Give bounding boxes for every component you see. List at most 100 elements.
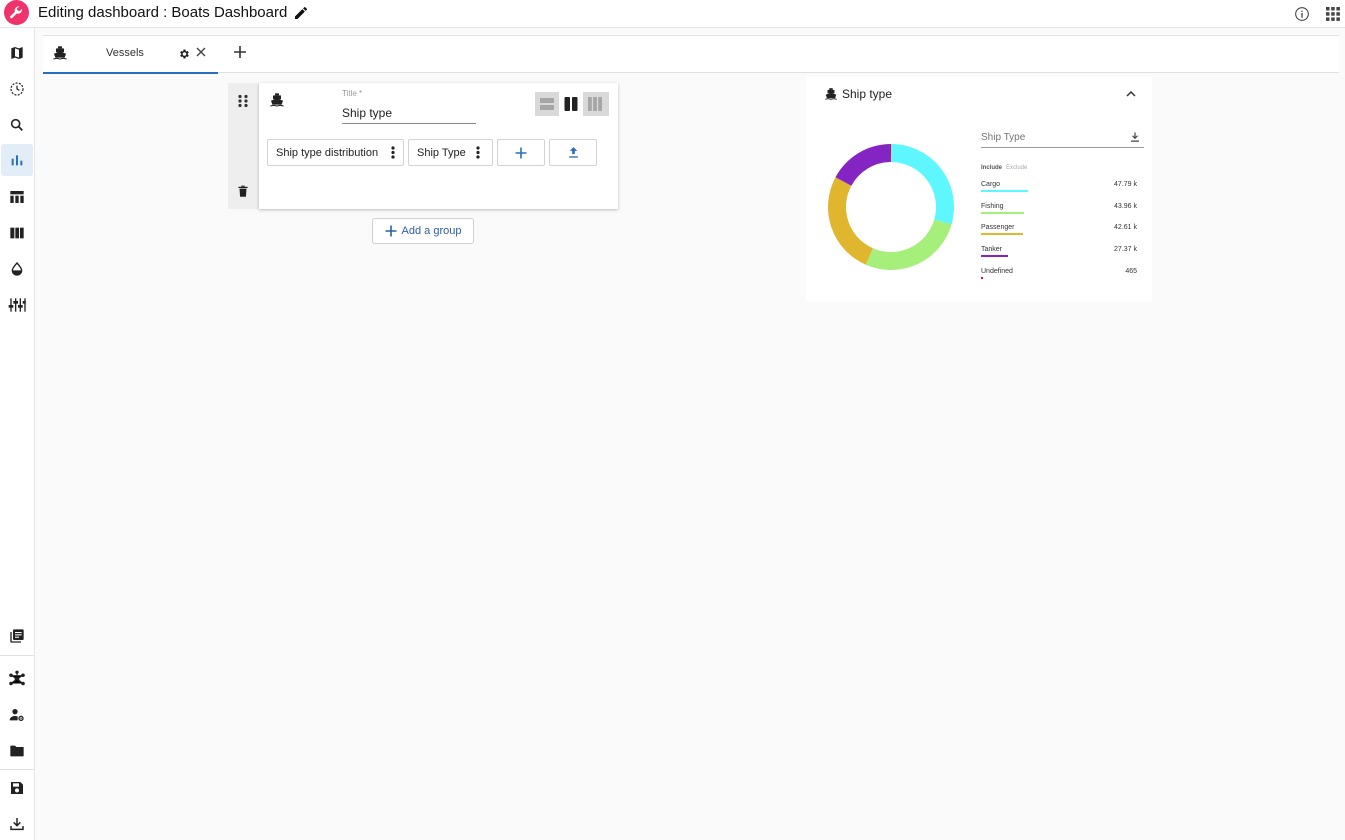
sidebar-item-water[interactable] <box>5 257 29 281</box>
widget-chip[interactable]: Ship type distribution <box>267 139 404 166</box>
save-icon <box>11 782 23 794</box>
widget-chip[interactable]: Ship Type <box>408 139 493 166</box>
upload-widget-button[interactable] <box>549 139 597 166</box>
map-icon <box>11 47 23 59</box>
drag-indicator-icon <box>238 94 248 108</box>
plus-icon <box>234 46 246 58</box>
layout-three-columns-button[interactable] <box>583 92 607 116</box>
sidebar-item-charts[interactable] <box>1 144 33 176</box>
sidebar-item-user-settings[interactable] <box>5 703 29 727</box>
view-two-columns-icon <box>564 97 578 111</box>
layout-two-columns-button[interactable] <box>559 92 583 116</box>
tab-settings-button[interactable] <box>178 47 190 65</box>
app-header: Editing dashboard : Boats Dashboard <box>0 0 1345 28</box>
legend-item[interactable]: Tanker 27.37 k <box>981 246 1137 266</box>
sidebar-item-filters[interactable] <box>5 293 29 317</box>
info-button[interactable] <box>1294 6 1310 27</box>
edit-title-button[interactable] <box>293 5 309 26</box>
legend-item-name: Undefined <box>981 267 1013 275</box>
sidebar-item-download[interactable] <box>5 812 29 836</box>
upload-icon <box>568 147 578 158</box>
delete-group-button[interactable] <box>236 184 250 204</box>
sidebar-item-search[interactable] <box>5 113 29 137</box>
legend-item[interactable]: Cargo 47.79 k <box>981 181 1137 201</box>
history-icon <box>10 82 24 96</box>
filter-input[interactable] <box>981 129 1121 145</box>
apps-grid-icon <box>1326 7 1340 21</box>
library-books-icon <box>10 629 24 643</box>
info-icon <box>1295 7 1309 21</box>
title-field-label: Title * <box>342 89 363 98</box>
tab-bar: Vessels <box>43 36 1339 74</box>
group-editor-card: Title * Ship type distribution Ship Type <box>259 83 618 209</box>
legend-item-value: 42.61 k <box>1114 224 1137 232</box>
apps-button[interactable] <box>1326 7 1340 26</box>
sidebar-divider <box>0 769 34 770</box>
layout-toggle-group <box>535 92 609 116</box>
collapse-button[interactable] <box>1125 87 1137 105</box>
more-vert-icon[interactable] <box>391 146 395 159</box>
water-drop-icon <box>11 261 23 276</box>
tab-vessels[interactable]: Vessels <box>43 36 218 74</box>
exclude-toggle[interactable]: Exclude <box>1006 165 1027 171</box>
ship-icon <box>52 45 68 66</box>
plus-icon <box>385 225 397 237</box>
legend-item[interactable]: Passenger 42.61 k <box>981 224 1137 244</box>
widget-chip-label: Ship Type <box>417 146 466 159</box>
page-title: Editing dashboard : Boats Dashboard <box>38 4 288 21</box>
widget-title: Ship type <box>842 87 893 101</box>
add-group-button[interactable]: Add a group <box>372 218 474 244</box>
hub-icon <box>9 670 25 686</box>
donut-slice-tanker[interactable] <box>835 144 891 186</box>
tab-close-button[interactable] <box>196 46 206 60</box>
add-tab-button[interactable] <box>233 45 247 64</box>
more-vert-icon[interactable] <box>476 146 480 159</box>
drag-handle[interactable] <box>236 94 250 113</box>
include-toggle[interactable]: Include <box>981 165 1002 171</box>
widget-preview-card: Ship type Include Exclude Cargo 47.79 k Fi… <box>806 77 1152 301</box>
legend-item-bar <box>981 276 983 279</box>
view-column-icon <box>10 227 24 239</box>
sidebar-divider <box>0 655 34 656</box>
legend-item[interactable]: Fishing 43.96 k <box>981 203 1137 223</box>
sidebar-item-map[interactable] <box>5 41 29 65</box>
legend-item-name: Fishing <box>981 202 1004 210</box>
download-data-button[interactable] <box>1129 130 1141 148</box>
user-settings-icon <box>9 709 24 721</box>
filter-field <box>981 129 1144 148</box>
tab-label: Vessels <box>106 47 144 59</box>
chevron-up-icon <box>1126 90 1136 97</box>
widget-chip-label: Ship type distribution <box>276 146 379 159</box>
donut-slice-cargo[interactable] <box>891 144 954 225</box>
sidebar-item-history[interactable] <box>5 77 29 101</box>
donut-slice-passenger[interactable] <box>828 177 873 265</box>
ship-icon <box>824 87 838 106</box>
legend-item-bar <box>981 233 1023 236</box>
sidebar-item-library[interactable] <box>5 624 29 648</box>
view-three-columns-icon <box>588 97 602 111</box>
add-widget-button[interactable] <box>497 139 545 166</box>
sidebar-item-graph[interactable] <box>5 667 29 691</box>
legend-item-value: 43.96 k <box>1114 202 1137 210</box>
layout-rows-button[interactable] <box>535 92 559 116</box>
legend-item-name: Passenger <box>981 224 1015 232</box>
wrench-icon <box>10 6 22 19</box>
group-side-controls <box>228 83 259 209</box>
table-icon <box>10 191 24 203</box>
search-icon <box>10 118 23 131</box>
sidebar-item-folder[interactable] <box>5 739 29 763</box>
app-logo[interactable] <box>4 0 29 25</box>
sidebar-item-save[interactable] <box>5 776 29 800</box>
gear-icon <box>180 49 189 59</box>
sidebar-item-columns[interactable] <box>5 221 29 245</box>
sidebar-item-table[interactable] <box>5 185 29 209</box>
legend-item-bar <box>981 211 1025 214</box>
trash-icon <box>238 185 248 197</box>
donut-chart[interactable] <box>821 137 961 277</box>
donut-slice-fishing[interactable] <box>865 219 952 270</box>
legend-item-bar <box>981 190 1028 192</box>
pencil-icon <box>295 6 308 19</box>
title-field[interactable] <box>342 103 476 124</box>
ship-icon[interactable] <box>269 92 285 113</box>
legend-item[interactable]: Undefined 465 <box>981 268 1137 288</box>
